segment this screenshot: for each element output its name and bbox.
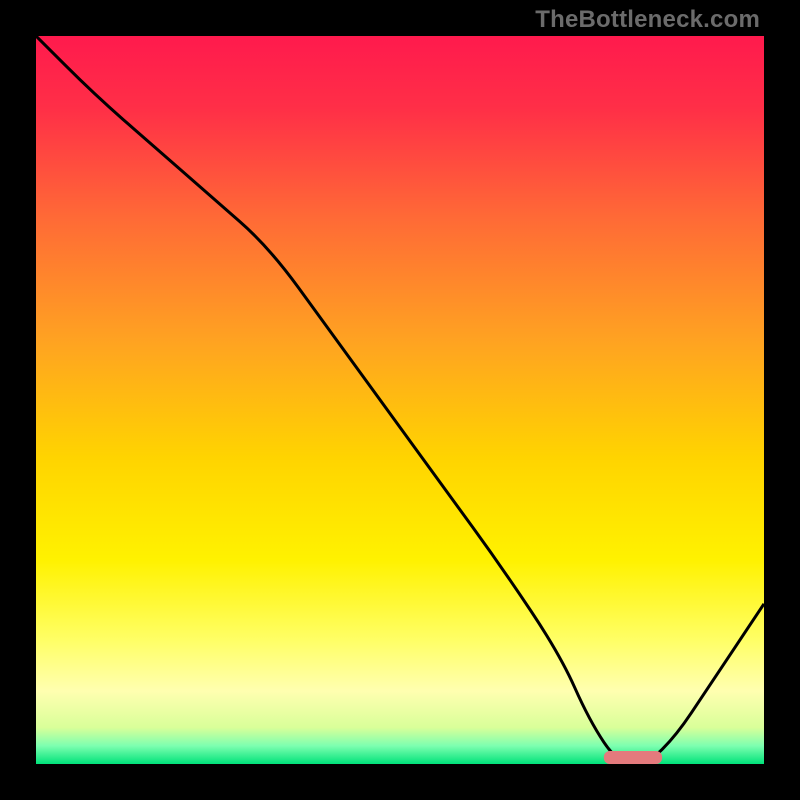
bottleneck-curve bbox=[36, 36, 764, 764]
curve-layer bbox=[36, 36, 764, 764]
watermark-text: TheBottleneck.com bbox=[535, 6, 760, 34]
plot-area bbox=[36, 36, 764, 764]
chart-frame: TheBottleneck.com bbox=[0, 0, 800, 800]
optimal-range-marker bbox=[604, 751, 662, 764]
